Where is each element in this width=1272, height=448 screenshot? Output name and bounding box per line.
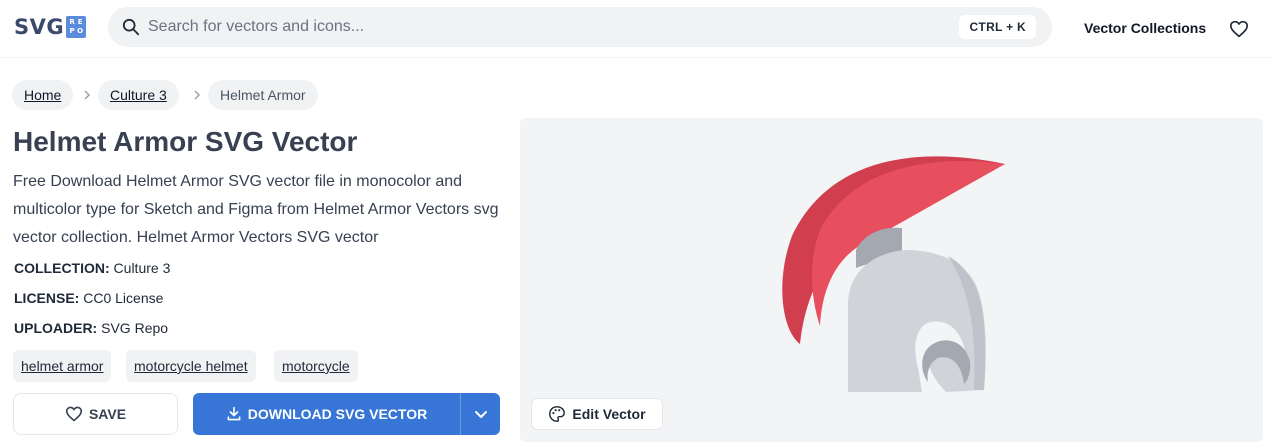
search-icon (122, 18, 140, 36)
helmet-armor-vector-image (782, 156, 1005, 392)
edit-vector-button[interactable]: Edit Vector (531, 398, 663, 430)
save-button-label: SAVE (88, 406, 127, 422)
logo-badge-letter: O (77, 27, 84, 35)
search-input[interactable] (148, 15, 908, 39)
tag-chip[interactable]: motorcycle (274, 350, 358, 382)
breadcrumb-home[interactable]: Home (12, 80, 74, 110)
search-bar[interactable]: CTRL + K (108, 7, 1052, 47)
download-icon (227, 406, 241, 421)
heart-icon[interactable] (1229, 20, 1249, 38)
download-options-dropdown[interactable] (461, 393, 500, 435)
logo-badge-letter: E (77, 18, 83, 26)
meta-label: LICENSE: (14, 290, 80, 306)
meta-value: CC0 License (83, 290, 164, 306)
meta-uploader: UPLOADER: SVG Repo (14, 320, 168, 336)
heart-icon (65, 406, 83, 422)
meta-collection-link[interactable]: Culture 3 (114, 260, 171, 276)
tag-chip[interactable]: motorcycle helmet (126, 350, 256, 382)
site-logo[interactable]: SVG R E P O (14, 15, 87, 39)
logo-text: SVG (14, 15, 65, 39)
meta-value: SVG Repo (101, 320, 169, 336)
vector-preview-panel: Edit Vector (520, 118, 1263, 442)
meta-label: UPLOADER: (14, 320, 98, 336)
top-header: SVG R E P O CTRL + K Vector Collections (0, 0, 1272, 58)
breadcrumb-collection[interactable]: Culture 3 (98, 80, 179, 110)
save-button[interactable]: SAVE (13, 393, 178, 435)
breadcrumb-current: Helmet Armor (208, 80, 318, 110)
download-button-label: DOWNLOAD SVG VECTOR (247, 406, 428, 422)
page-title: Helmet Armor SVG Vector (13, 126, 358, 157)
download-button-group: DOWNLOAD SVG VECTOR (193, 393, 500, 435)
chevron-right-icon (84, 90, 91, 100)
page-description: Free Download Helmet Armor SVG vector fi… (13, 173, 499, 246)
nav-vector-collections[interactable]: Vector Collections (1084, 20, 1206, 36)
chevron-right-icon (194, 90, 201, 100)
meta-label: COLLECTION: (14, 260, 110, 276)
edit-vector-label: Edit Vector (572, 406, 646, 422)
palette-icon (549, 406, 566, 422)
download-svg-button[interactable]: DOWNLOAD SVG VECTOR (193, 393, 460, 435)
tag-chip[interactable]: helmet armor (13, 350, 112, 382)
search-shortcut-badge: CTRL + K (959, 15, 1036, 39)
chevron-down-icon (474, 411, 487, 418)
meta-license: LICENSE: CC0 License (14, 290, 163, 306)
logo-badge: R E P O (66, 16, 87, 38)
logo-badge-letter: R (69, 18, 75, 26)
logo-badge-letter: P (69, 27, 75, 35)
meta-collection: COLLECTION: Culture 3 (14, 260, 170, 276)
